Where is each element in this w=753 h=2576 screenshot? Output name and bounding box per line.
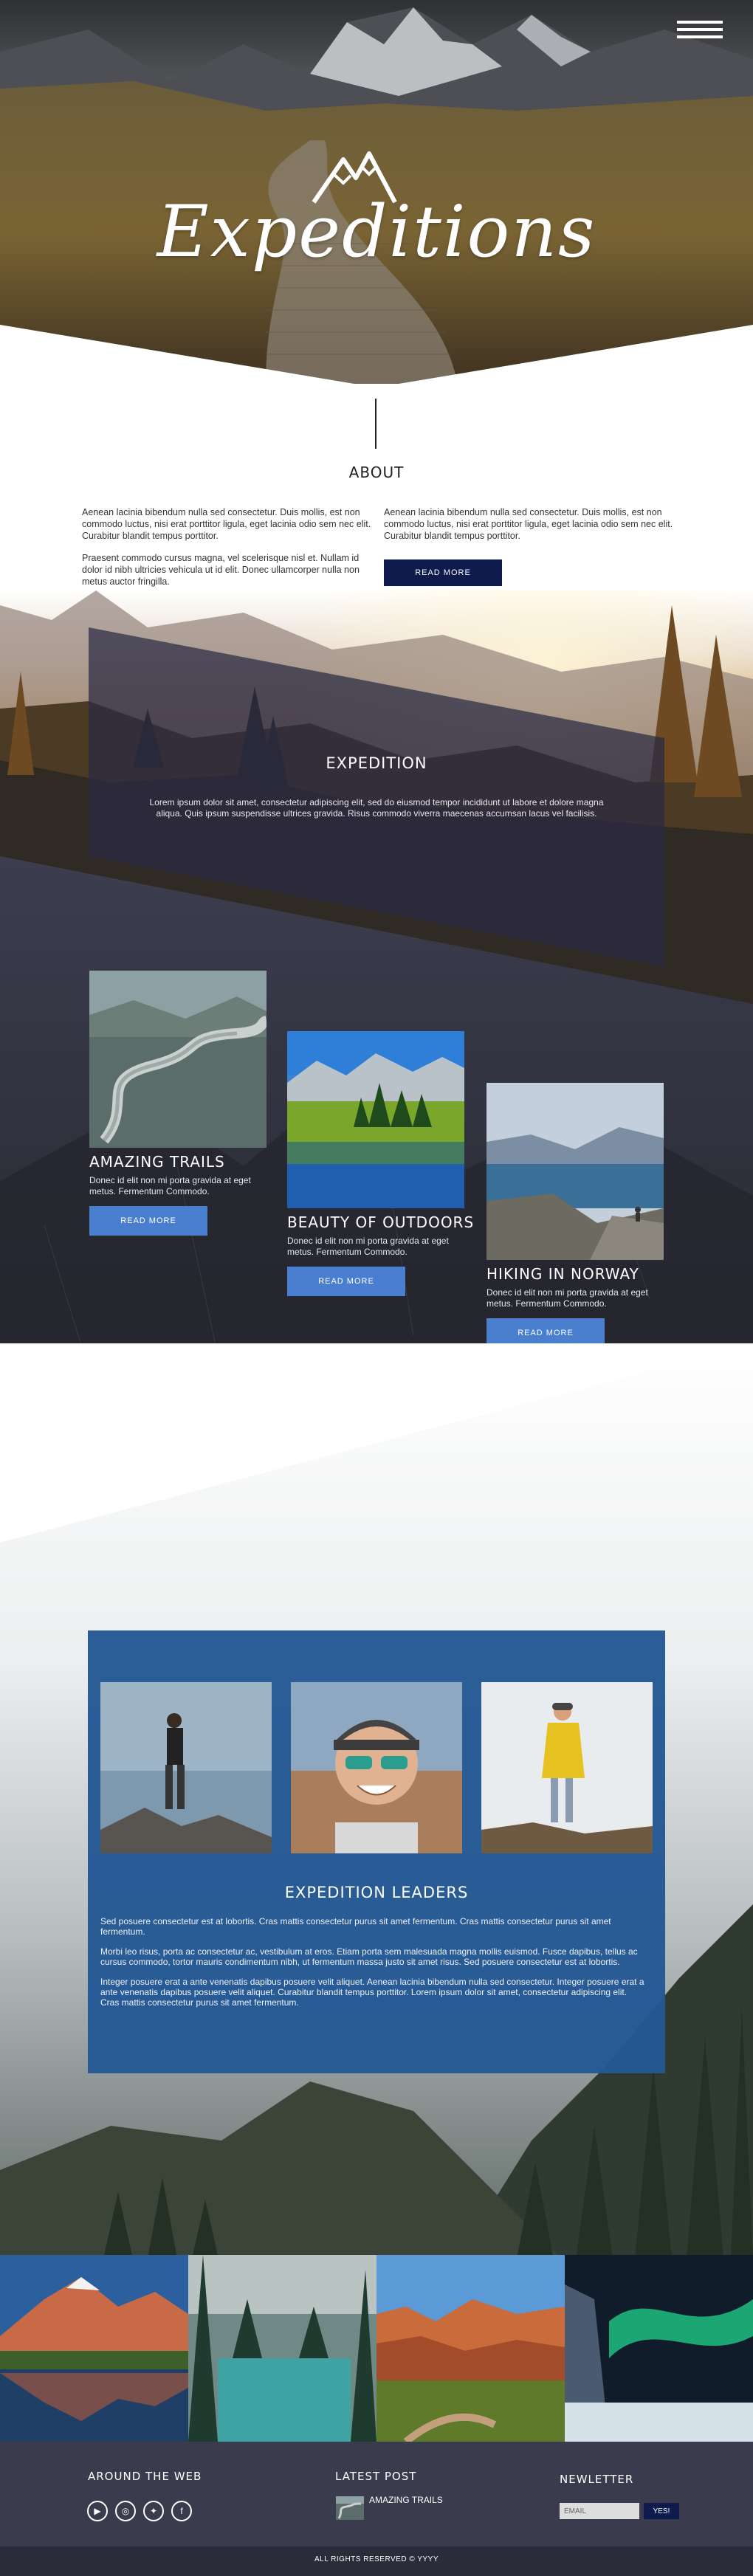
leaders-paragraph: Morbi leo risus, porta ac consectetur ac… <box>100 1946 638 1967</box>
gallery-photo-aurora[interactable] <box>565 2255 753 2442</box>
about-divider-line <box>375 399 376 449</box>
newsletter-submit-button[interactable]: YES! <box>644 2503 679 2519</box>
about-paragraph: Aenean lacinia bibendum nulla sed consec… <box>82 507 371 541</box>
card-image-norway[interactable] <box>486 1083 664 1260</box>
expedition-title: EXPEDITION <box>326 754 427 772</box>
leaders-paragraph: Sed posuere consectetur est at lobortis.… <box>100 1916 611 1937</box>
card-text: Donec id elit non mi porta gravida at eg… <box>486 1287 648 1309</box>
leaders-text: Sed posuere consectetur est at lobortis.… <box>100 1916 647 2017</box>
about-title: ABOUT <box>348 464 405 481</box>
card-title: AMAZING TRAILS <box>89 1153 225 1171</box>
instagram-icon[interactable]: ◎ <box>115 2501 136 2521</box>
card-image-trails[interactable] <box>89 971 267 1148</box>
leader-photo-3[interactable] <box>481 1682 653 1853</box>
gallery-photo-mountain-lake[interactable] <box>0 2255 188 2442</box>
newsletter-email-input[interactable] <box>560 2503 639 2519</box>
card-title: HIKING IN NORWAY <box>486 1265 639 1283</box>
hero-divider <box>0 325 753 413</box>
card-read-more-button[interactable]: READ MORE <box>89 1206 207 1236</box>
leaders-title: EXPEDITION LEADERS <box>284 1884 469 1901</box>
card-image-outdoors[interactable] <box>287 1031 464 1208</box>
youtube-icon[interactable]: ▶ <box>87 2501 108 2521</box>
card-text: Donec id elit non mi porta gravida at eg… <box>287 1236 449 1257</box>
card-title: BEAUTY OF OUTDOORS <box>287 1213 475 1231</box>
latest-post-link[interactable]: AMAZING TRAILS <box>369 2495 443 2506</box>
card-text: Donec id elit non mi porta gravida at eg… <box>89 1175 251 1196</box>
about-text-right: Aenean lacinia bibendum nulla sed consec… <box>384 506 679 552</box>
leader-photo-1[interactable] <box>100 1682 272 1853</box>
about-text-left: Aenean lacinia bibendum nulla sed consec… <box>82 506 377 598</box>
latest-post-thumbnail[interactable] <box>336 2496 364 2520</box>
footer-around-title: AROUND THE WEB <box>88 2470 202 2483</box>
copyright-text: ALL RIGHTS RESERVED © YYYY <box>314 2555 439 2563</box>
footer-latest-title: LATEST POST <box>335 2470 417 2483</box>
facebook-icon[interactable]: f <box>171 2501 192 2521</box>
gallery-photo-forest-lake[interactable] <box>188 2255 376 2442</box>
about-read-more-button[interactable]: READ MORE <box>384 559 502 586</box>
expedition-text: Lorem ipsum dolor sit amet, consectetur … <box>149 797 604 819</box>
card-read-more-button[interactable]: READ MORE <box>287 1267 405 1296</box>
twitter-icon[interactable]: ✦ <box>143 2501 164 2521</box>
gallery-photo-canyon[interactable] <box>376 2255 565 2442</box>
leaders-paragraph: Integer posuere erat a ante venenatis da… <box>100 1977 644 2008</box>
leader-photo-2[interactable] <box>291 1682 462 1853</box>
about-paragraph: Aenean lacinia bibendum nulla sed consec… <box>384 507 673 541</box>
photo-gallery <box>0 2255 753 2442</box>
about-paragraph: Praesent commodo cursus magna, vel scele… <box>82 553 360 587</box>
footer-newsletter-title: NEWLETTER <box>560 2473 634 2486</box>
